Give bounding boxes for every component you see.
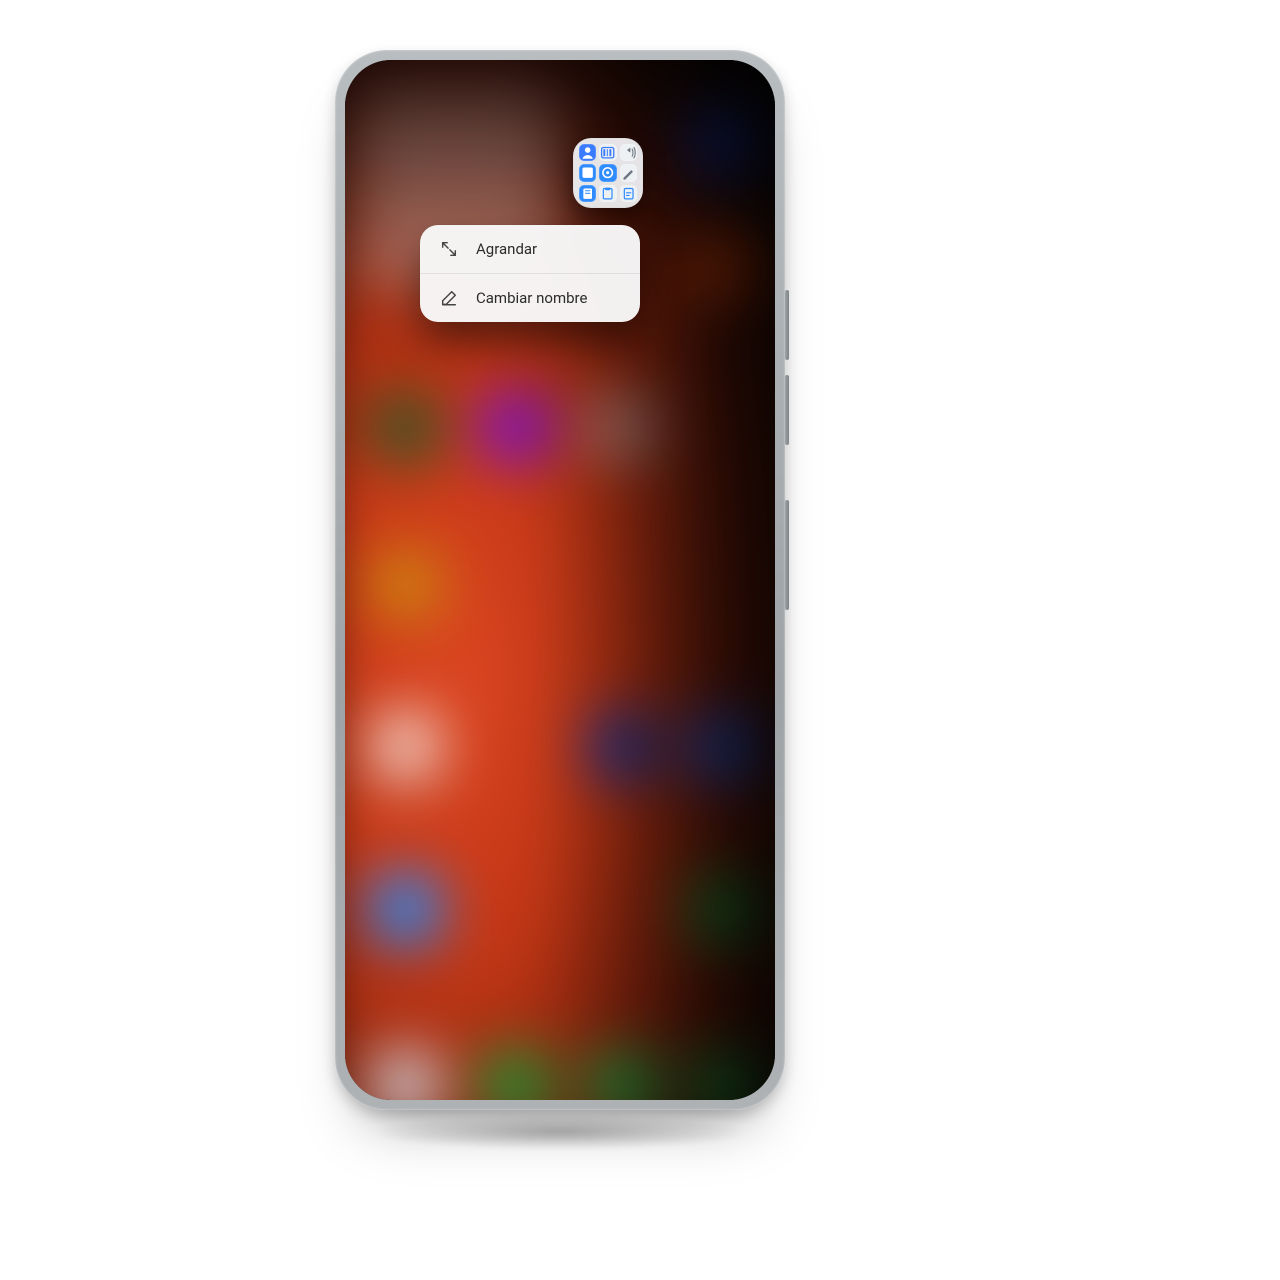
menu-item-label: Agrandar [476,240,537,258]
folder-mini-2 [599,144,616,161]
app-folder[interactable] [573,138,643,208]
folder-mini-1 [579,144,596,161]
phone-screen: Agrandar Cambiar nombre [345,60,775,1100]
power-button[interactable] [785,500,789,610]
menu-item-enlarge[interactable]: Agrandar [420,225,640,273]
menu-item-rename[interactable]: Cambiar nombre [420,273,640,322]
volume-up-button[interactable] [785,290,789,360]
folder-mini-9 [620,185,637,202]
folder-mini-4 [579,164,596,181]
folder-mini-8 [599,185,616,202]
folder-mini-7 [579,185,596,202]
home-wallpaper-blur [345,60,775,1100]
folder-mini-6 [620,164,637,181]
volume-down-button[interactable] [785,375,789,445]
phone-mockup: Agrandar Cambiar nombre [335,50,785,1110]
expand-icon [440,240,458,258]
menu-item-label: Cambiar nombre [476,289,587,307]
folder-context-menu: Agrandar Cambiar nombre [420,225,640,322]
folder-mini-3 [620,144,637,161]
folder-mini-5 [599,164,616,181]
rename-icon [440,289,458,307]
